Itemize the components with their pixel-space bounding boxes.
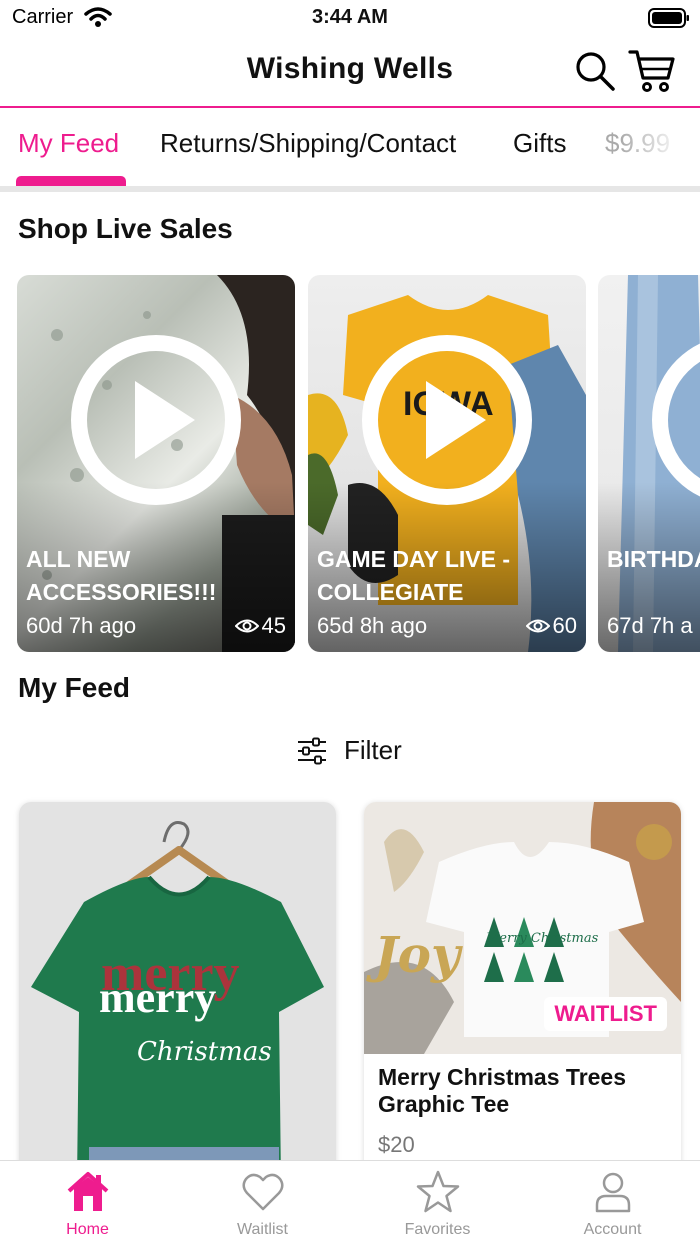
product-image: merry merry Christmas <box>19 802 336 1182</box>
status-bar: Carrier 3:44 AM <box>0 0 700 36</box>
active-tab-indicator <box>16 176 126 186</box>
waitlist-badge: WAITLIST <box>544 997 667 1031</box>
live-card-views: 45 <box>234 613 286 639</box>
live-card[interactable]: ALL NEW ACCESSORIES!!! 60d 7h ago 45 <box>17 275 295 652</box>
eye-icon <box>525 619 550 633</box>
clock: 3:44 AM <box>312 6 388 28</box>
nav-home-label: Home <box>66 1221 109 1238</box>
nav-bar: Wishing Wells <box>0 36 700 108</box>
search-icon[interactable] <box>574 50 616 92</box>
live-sales-heading: Shop Live Sales <box>18 213 233 244</box>
svg-text:Joy: Joy <box>366 925 463 984</box>
cart-icon[interactable] <box>628 48 676 94</box>
feed-heading: My Feed <box>18 672 131 703</box>
live-card-title: ALL NEW ACCESSORIES!!! <box>26 546 217 605</box>
product-card[interactable]: merry merry Christmas <box>19 802 336 1182</box>
product-price: $20 <box>378 1132 415 1157</box>
nav-home[interactable]: Home <box>0 1169 175 1239</box>
live-card-title: GAME DAY LIVE - COLLEGIATE <box>317 546 510 605</box>
views-count: 60 <box>552 613 577 638</box>
svg-text:merry: merry <box>99 973 216 1022</box>
svg-text:Merry Christmas: Merry Christmas <box>485 931 599 946</box>
views-count: 45 <box>261 613 286 638</box>
star-icon <box>416 1170 459 1213</box>
battery-icon <box>648 8 689 28</box>
filter-label: Filter <box>344 735 402 765</box>
live-card-views: 60 <box>525 613 577 639</box>
bottom-tab-bar: Home Waitlist Favorites Account <box>0 1160 700 1244</box>
live-card-time: 67d 7h a <box>607 613 693 638</box>
tab-returns-shipping-contact[interactable]: Returns/Shipping/Contact <box>160 128 456 159</box>
product-name: Merry Christmas Trees Graphic Tee <box>378 1064 627 1117</box>
category-tabs: My Feed Returns/Shipping/Contact Gifts $… <box>0 110 700 188</box>
nav-favorites[interactable]: Favorites <box>350 1169 525 1239</box>
nav-account-label: Account <box>583 1221 642 1238</box>
live-card-time: 60d 7h ago <box>26 613 137 638</box>
play-icon[interactable] <box>426 381 486 459</box>
live-card[interactable]: BIRTHDA Coupons 67d 7h a <box>598 275 700 652</box>
nav-favorites-label: Favorites <box>404 1221 471 1238</box>
live-card-time: 65d 8h ago <box>317 613 428 638</box>
tabs-fade <box>620 110 700 186</box>
product-card[interactable]: Joy Merry Christmas WAITLIST Merry Chris… <box>364 802 681 1182</box>
filter-button[interactable]: Filter <box>296 735 402 766</box>
nav-account[interactable]: Account <box>525 1169 700 1239</box>
nav-waitlist[interactable]: Waitlist <box>175 1169 350 1239</box>
person-icon <box>595 1172 630 1213</box>
live-card[interactable]: IOWA GAME DAY LIVE - COLLEGIATE 65d 8h a… <box>308 275 586 652</box>
tab-gifts[interactable]: Gifts <box>513 128 566 159</box>
live-sales-carousel[interactable]: ALL NEW ACCESSORIES!!! 60d 7h ago 45 IOW… <box>0 275 700 653</box>
play-icon[interactable] <box>135 381 195 459</box>
eye-icon <box>234 619 259 633</box>
heart-icon <box>242 1173 283 1211</box>
live-card-title: BIRTHDA Coupons <box>607 546 700 572</box>
svg-text:Christmas: Christmas <box>137 1037 272 1067</box>
tabs-divider <box>0 186 700 192</box>
home-icon <box>67 1172 108 1211</box>
tab-my-feed[interactable]: My Feed <box>18 128 119 159</box>
nav-waitlist-label: Waitlist <box>237 1221 288 1238</box>
sliders-icon <box>298 737 326 764</box>
